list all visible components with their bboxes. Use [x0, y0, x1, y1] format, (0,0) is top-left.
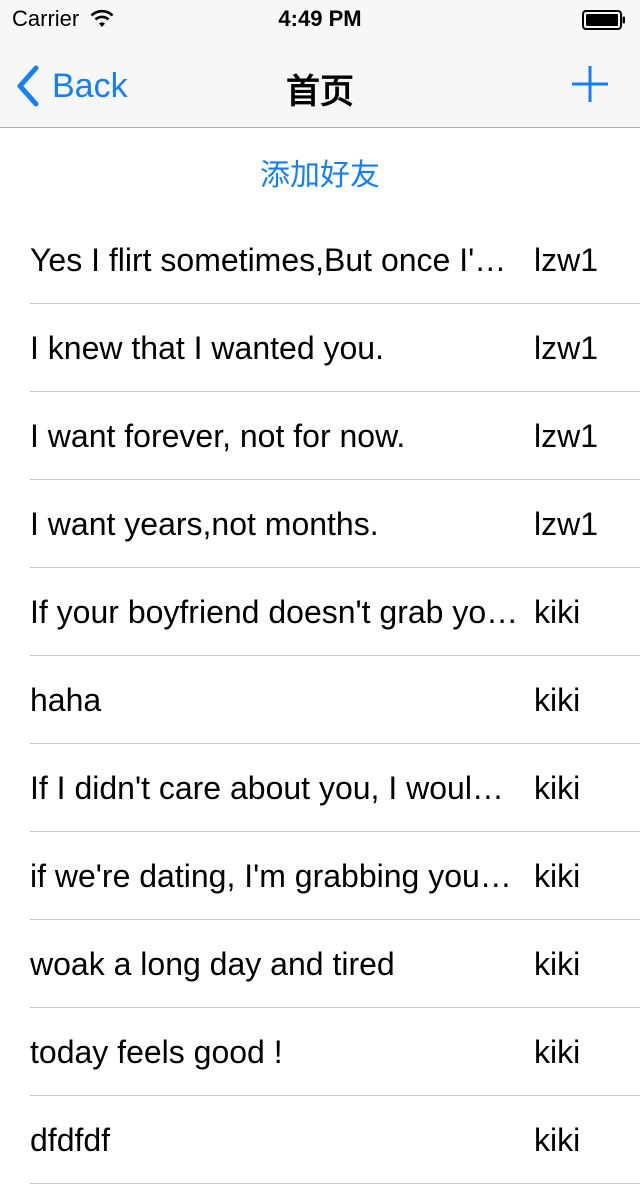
- message-user: lzw1: [534, 418, 599, 454]
- message-text: If your boyfriend doesn't grab your hand: [30, 594, 520, 630]
- message-text: woak a long day and tired: [30, 946, 395, 982]
- add-friend-button[interactable]: 添加好友: [260, 150, 380, 194]
- message-user: kiki: [534, 1034, 581, 1070]
- list-item[interactable]: If I didn't care about you, I wouldn't k…: [0, 744, 640, 832]
- page-title: 首页: [286, 73, 354, 111]
- list-item[interactable]: woak a long day and tired kiki: [0, 920, 640, 1008]
- message-text: I want years,not months.: [30, 506, 379, 542]
- message-text: I knew that I wanted you.: [30, 330, 384, 366]
- message-text: today feels good !: [30, 1034, 283, 1070]
- message-user: kiki: [534, 1122, 581, 1158]
- message-text: Yes I flirt sometimes,But once I'm yours: [30, 242, 520, 278]
- battery-icon: [582, 10, 625, 30]
- message-user: lzw1: [534, 330, 599, 366]
- message-user: kiki: [534, 858, 581, 894]
- message-text: if we're dating, I'm grabbing your hand: [30, 858, 520, 894]
- message-text: dfdfdf: [30, 1122, 111, 1158]
- list-item[interactable]: Yes I flirt sometimes,But once I'm yours…: [0, 216, 640, 304]
- list-item[interactable]: I want forever, not for now. lzw1: [0, 392, 640, 480]
- message-user: kiki: [534, 682, 581, 718]
- message-text: If I didn't care about you, I wouldn't: [30, 770, 520, 806]
- add-friend-row: 添加好友: [0, 128, 640, 216]
- list-item[interactable]: today feels good ! kiki: [0, 1008, 640, 1096]
- message-text: haha: [30, 682, 102, 718]
- message-user: kiki: [534, 594, 581, 630]
- message-user: lzw1: [534, 506, 599, 542]
- list-item[interactable]: I knew that I wanted you. lzw1: [0, 304, 640, 392]
- list-item[interactable]: dfdfdf kiki: [0, 1096, 640, 1184]
- status-bar: Carrier 4:49 PM: [0, 0, 640, 40]
- status-time: 4:49 PM: [278, 6, 362, 31]
- message-text: I want forever, not for now.: [30, 418, 406, 454]
- message-list: Yes I flirt sometimes,But once I'm yours…: [0, 216, 640, 1184]
- message-user: kiki: [534, 946, 581, 982]
- list-item[interactable]: haha kiki: [0, 656, 640, 744]
- navigation-bar: Back 首页: [0, 40, 640, 128]
- message-user: kiki: [534, 770, 581, 806]
- list-item[interactable]: If your boyfriend doesn't grab your hand…: [0, 568, 640, 656]
- list-item[interactable]: if we're dating, I'm grabbing your hand …: [0, 832, 640, 920]
- list-item[interactable]: I want years,not months. lzw1: [0, 480, 640, 568]
- plus-icon[interactable]: [570, 64, 610, 104]
- message-user: lzw1: [534, 242, 599, 278]
